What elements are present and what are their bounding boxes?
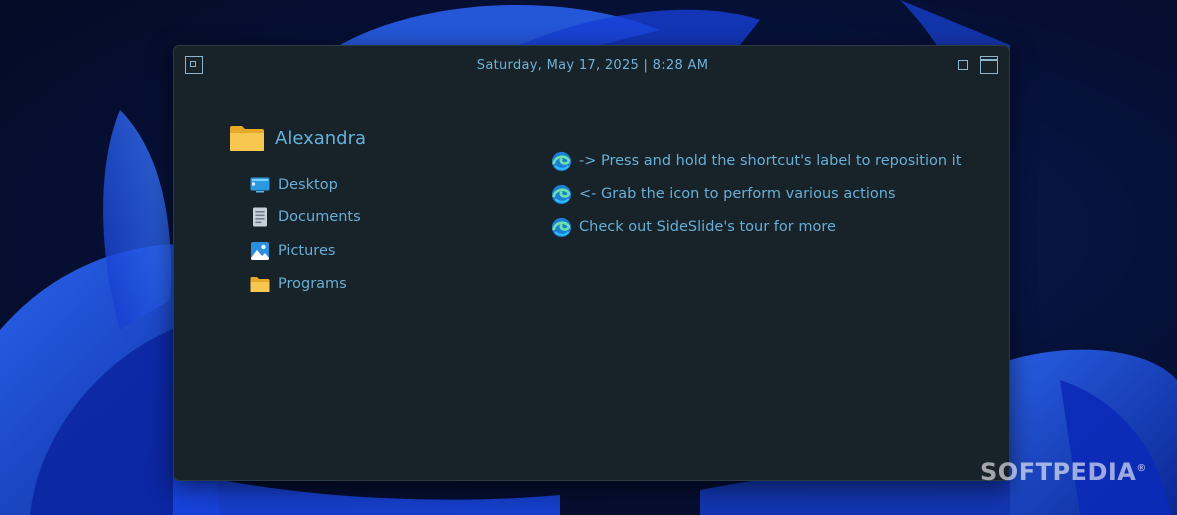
folder-icon xyxy=(230,126,264,151)
registered-mark: ® xyxy=(1136,463,1147,474)
tip-row: Check out SideSlide's tour for more xyxy=(551,216,836,238)
tip-label: <- Grab the icon to perform various acti… xyxy=(579,186,896,202)
edge-icon[interactable] xyxy=(551,217,572,238)
nav-item-programs[interactable]: Programs xyxy=(250,273,347,295)
watermark-text: SOFTPEDIA xyxy=(980,458,1137,486)
nav-item-documents[interactable]: Documents xyxy=(250,206,361,228)
tip-label: -> Press and hold the shortcut's label t… xyxy=(579,153,962,169)
maximize-button[interactable] xyxy=(980,56,998,74)
nav-label-documents: Documents xyxy=(278,209,361,225)
edge-icon[interactable] xyxy=(551,151,572,172)
user-folder[interactable]: Alexandra xyxy=(229,122,366,154)
desktop-icon xyxy=(250,177,270,193)
tip-label: Check out SideSlide's tour for more xyxy=(579,219,836,235)
user-name-label: Alexandra xyxy=(275,127,367,149)
nav-label-programs: Programs xyxy=(278,276,347,292)
softpedia-watermark: SOFTPEDIA® xyxy=(980,458,1147,486)
tip-row: -> Press and hold the shortcut's label t… xyxy=(551,150,961,172)
tip-row: <- Grab the icon to perform various acti… xyxy=(551,183,896,205)
minimize-button[interactable] xyxy=(958,60,968,70)
desktop-background: Saturday, May 17, 2025 | 8:28 AM Alexand… xyxy=(0,0,1177,515)
nav-item-pictures[interactable]: Pictures xyxy=(250,240,335,262)
sideslide-window: Saturday, May 17, 2025 | 8:28 AM Alexand… xyxy=(173,45,1010,481)
datetime-display: Saturday, May 17, 2025 | 8:28 AM xyxy=(476,58,709,73)
nav-label-pictures: Pictures xyxy=(278,243,336,259)
pictures-icon xyxy=(251,242,269,260)
edge-icon[interactable] xyxy=(551,184,572,205)
nav-item-desktop[interactable]: Desktop xyxy=(250,174,338,196)
documents-icon xyxy=(253,207,267,227)
folder-icon xyxy=(250,276,270,292)
nav-label-desktop: Desktop xyxy=(278,177,338,193)
